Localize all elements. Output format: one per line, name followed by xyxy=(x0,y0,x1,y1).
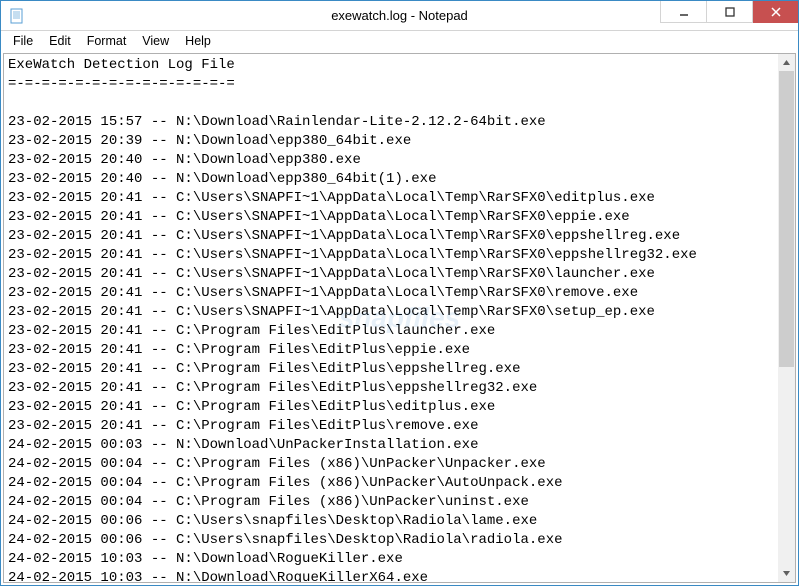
close-button[interactable] xyxy=(752,1,798,23)
scrollbar-track[interactable] xyxy=(778,71,795,565)
text-area-container: ExeWatch Detection Log File =-=-=-=-=-=-… xyxy=(3,53,796,583)
menu-edit[interactable]: Edit xyxy=(41,32,79,50)
scrollbar-thumb[interactable] xyxy=(779,71,794,367)
vertical-scrollbar[interactable] xyxy=(778,54,795,582)
maximize-button[interactable] xyxy=(706,1,752,23)
window-controls xyxy=(660,1,798,23)
menu-format[interactable]: Format xyxy=(79,32,135,50)
text-area[interactable]: ExeWatch Detection Log File =-=-=-=-=-=-… xyxy=(4,54,778,582)
notepad-icon xyxy=(9,8,25,24)
menu-help[interactable]: Help xyxy=(177,32,219,50)
minimize-button[interactable] xyxy=(660,1,706,23)
window-title: exewatch.log - Notepad xyxy=(331,8,468,23)
notepad-window: exewatch.log - Notepad File Edit Format … xyxy=(0,0,799,586)
titlebar[interactable]: exewatch.log - Notepad xyxy=(1,1,798,31)
menu-view[interactable]: View xyxy=(134,32,177,50)
menu-file[interactable]: File xyxy=(5,32,41,50)
menubar: File Edit Format View Help xyxy=(1,31,798,51)
scroll-down-button[interactable] xyxy=(778,565,795,582)
scroll-up-button[interactable] xyxy=(778,54,795,71)
